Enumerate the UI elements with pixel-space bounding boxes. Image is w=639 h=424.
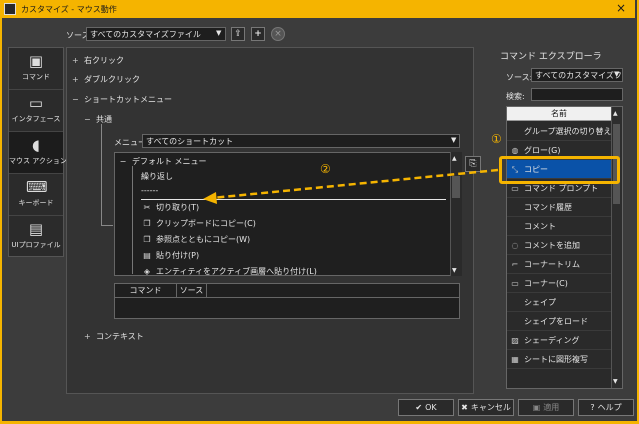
step-marker-1: ① (491, 132, 502, 146)
close-icon: ✖ (461, 403, 468, 412)
drag-arrow-line (211, 168, 499, 200)
apply-button[interactable]: ▣ 適用 (518, 399, 574, 416)
check-icon: ✔ (415, 403, 423, 412)
help-icon: ? (590, 403, 595, 412)
ok-button[interactable]: ✔ OK (398, 399, 454, 416)
cancel-button[interactable]: ✖ キャンセル (458, 399, 514, 416)
apply-icon: ▣ (532, 403, 541, 412)
help-button[interactable]: ? ヘルプ (578, 399, 634, 416)
drag-arrow-head (203, 192, 217, 204)
drag-arrow (203, 168, 499, 204)
step-marker-2: ② (320, 162, 331, 176)
